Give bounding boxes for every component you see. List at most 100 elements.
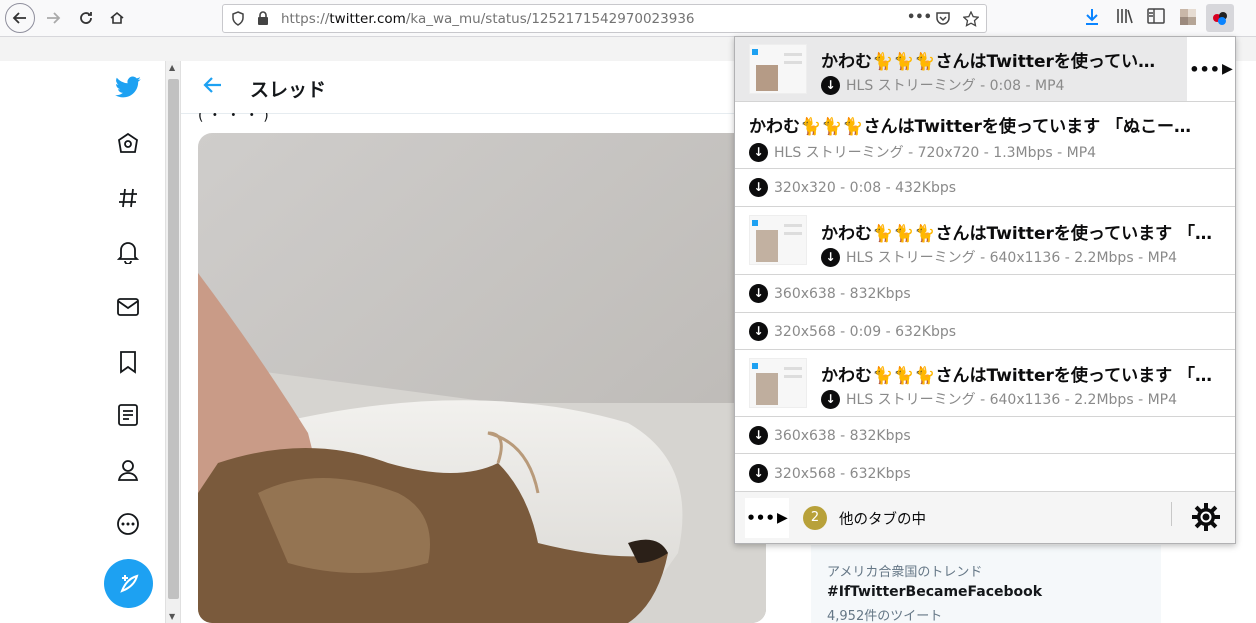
home-button[interactable] bbox=[102, 4, 132, 32]
download-icon[interactable]: ↓ bbox=[749, 464, 768, 483]
download-icon[interactable]: ↓ bbox=[821, 247, 840, 267]
scrollbar-thumb[interactable] bbox=[168, 79, 179, 599]
media-thumbnail bbox=[749, 358, 807, 408]
reload-button[interactable] bbox=[71, 4, 101, 32]
media-item[interactable]: ↓ 320x568 - 0:09 - 632Kbps bbox=[735, 313, 1235, 350]
media-variant-text: 360x638 - 832Kbps bbox=[774, 427, 911, 444]
forward-arrow-icon bbox=[47, 12, 61, 24]
media-item[interactable]: ↓ 360x638 - 832Kbps bbox=[735, 417, 1235, 454]
media-title: かわむ🐈🐈🐈さんはTwitterを使っています 「… bbox=[821, 224, 1212, 244]
url-bar[interactable]: https://twitter.com/ka_wa_mu/status/1252… bbox=[222, 4, 987, 33]
media-title: かわむ🐈🐈🐈さんはTwitterを使ってい… bbox=[821, 52, 1156, 72]
media-variant-text: HLS ストリーミング - 720x720 - 1.3Mbps - MP4 bbox=[774, 145, 1097, 161]
download-icon[interactable]: ↓ bbox=[749, 142, 768, 162]
home-icon[interactable] bbox=[113, 129, 143, 159]
download-icon[interactable]: ↓ bbox=[749, 322, 768, 341]
home-house-icon bbox=[110, 11, 124, 24]
extension-pixel-icon[interactable] bbox=[1180, 9, 1196, 29]
download-icon[interactable]: ↓ bbox=[821, 389, 840, 409]
media-variant: ↓ HLS ストリーミング - 0:08 - MP4 bbox=[821, 75, 1064, 95]
url-scheme: https:// bbox=[281, 11, 330, 27]
forward-button[interactable] bbox=[38, 4, 68, 32]
media-title: かわむ🐈🐈🐈さんはTwitterを使っています 「… bbox=[821, 366, 1212, 386]
browser-toolbar: https://twitter.com/ka_wa_mu/status/1252… bbox=[0, 0, 1256, 37]
media-variant-text: 360x638 - 832Kbps bbox=[774, 285, 911, 302]
profile-icon[interactable] bbox=[113, 455, 143, 485]
url-host: twitter.com bbox=[329, 11, 406, 27]
scroll-down-arrow-icon[interactable]: ▼ bbox=[169, 612, 175, 621]
explore-hashtag-icon[interactable] bbox=[113, 183, 143, 213]
thread-column: スレッド ( ・ ・ ・ ) bbox=[181, 61, 781, 623]
media-title: かわむ🐈🐈🐈さんはTwitterを使っています 「ぬこー… bbox=[749, 117, 1191, 137]
media-variant-text: HLS ストリーミング - 640x1136 - 2.2Mbps - MP4 bbox=[846, 250, 1177, 266]
notifications-bell-icon[interactable] bbox=[113, 237, 143, 267]
caret-right-icon: ▶ bbox=[1221, 61, 1233, 77]
footer-more-button[interactable]: ••• ▶ bbox=[745, 498, 789, 538]
media-variant: ↓ 320x568 - 632Kbps bbox=[749, 464, 911, 483]
video-downloadhelper-popup: かわむ🐈🐈🐈さんはTwitterを使ってい… ↓ HLS ストリーミング - 0:… bbox=[734, 36, 1236, 544]
back-button[interactable] bbox=[5, 3, 35, 33]
settings-button[interactable] bbox=[1189, 500, 1223, 534]
other-tabs-count-badge: 2 bbox=[803, 506, 827, 530]
page-scrollbar[interactable]: ▲ ▼ bbox=[165, 61, 181, 623]
media-item[interactable]: ↓ 320x568 - 632Kbps bbox=[735, 454, 1235, 492]
download-icon[interactable]: ↓ bbox=[749, 178, 768, 197]
media-item[interactable]: かわむ🐈🐈🐈さんはTwitterを使っています 「… ↓ HLS ストリーミング … bbox=[735, 207, 1235, 275]
compose-tweet-button[interactable] bbox=[104, 559, 153, 608]
video-downloadhelper-icon[interactable] bbox=[1206, 4, 1234, 32]
download-icon[interactable]: ↓ bbox=[821, 75, 840, 95]
media-variant: ↓ 320x320 - 0:08 - 432Kbps bbox=[749, 178, 956, 197]
back-arrow-icon bbox=[12, 12, 26, 24]
bookmark-star-icon[interactable] bbox=[962, 10, 980, 31]
reload-icon bbox=[80, 12, 92, 24]
lists-icon[interactable] bbox=[113, 400, 143, 430]
scroll-up-arrow-icon[interactable]: ▲ bbox=[169, 63, 175, 72]
tweet-text-partial: ( ・ ・ ・ ) bbox=[198, 113, 269, 123]
media-variant: ↓ HLS ストリーミング - 720x720 - 1.3Mbps - MP4 bbox=[749, 142, 1096, 162]
popup-footer: ••• ▶ 2 他のタブの中 bbox=[735, 492, 1235, 543]
media-thumbnail bbox=[749, 44, 807, 94]
footer-divider bbox=[1171, 502, 1172, 526]
page-actions-button[interactable]: ••• bbox=[907, 10, 932, 25]
media-item[interactable]: かわむ🐈🐈🐈さんはTwitterを使っています 「… ↓ HLS ストリーミング … bbox=[735, 350, 1235, 417]
twitter-logo-icon[interactable] bbox=[113, 73, 143, 103]
video-frame-image bbox=[198, 133, 766, 623]
media-item[interactable]: かわむ🐈🐈🐈さんはTwitterを使っています 「ぬこー… ↓ HLS ストリーミ… bbox=[735, 102, 1235, 169]
compose-tweet-icon bbox=[119, 574, 138, 593]
more-circle-icon[interactable] bbox=[113, 509, 143, 539]
downloads-icon[interactable] bbox=[1084, 8, 1100, 30]
media-variant: ↓ HLS ストリーミング - 640x1136 - 2.2Mbps - MP4 bbox=[821, 389, 1177, 409]
media-variant: ↓ 320x568 - 0:09 - 632Kbps bbox=[749, 322, 956, 341]
gear-icon bbox=[1192, 503, 1220, 531]
media-item[interactable]: かわむ🐈🐈🐈さんはTwitterを使ってい… ↓ HLS ストリーミング - 0:… bbox=[735, 37, 1235, 102]
url-text[interactable]: https://twitter.com/ka_wa_mu/status/1252… bbox=[281, 11, 695, 27]
back-arrow-icon[interactable] bbox=[203, 75, 223, 100]
trend-tweet-count: 4,952件のツイート bbox=[827, 609, 943, 623]
download-icon[interactable]: ↓ bbox=[749, 426, 768, 445]
media-item[interactable]: ↓ 360x638 - 832Kbps bbox=[735, 275, 1235, 313]
item-more-button[interactable]: ••• ▶ bbox=[1187, 37, 1235, 101]
twitter-sidebar-nav bbox=[0, 61, 165, 623]
trend-card[interactable]: アメリカ合衆国のトレンド #IfTwitterBecameFacebook 4,… bbox=[811, 545, 1161, 623]
media-variant-text: HLS ストリーミング - 640x1136 - 2.2Mbps - MP4 bbox=[846, 392, 1177, 408]
thread-header: スレッド bbox=[181, 61, 781, 114]
bookmark-icon[interactable] bbox=[113, 347, 143, 377]
sidebar-toggle-icon[interactable] bbox=[1147, 8, 1165, 28]
media-item[interactable]: ↓ 320x320 - 0:08 - 432Kbps bbox=[735, 169, 1235, 207]
media-variant-text: 320x568 - 0:09 - 632Kbps bbox=[774, 323, 957, 340]
library-icon[interactable] bbox=[1116, 8, 1134, 28]
more-dots-icon: ••• bbox=[1189, 59, 1220, 79]
pocket-icon[interactable] bbox=[935, 11, 951, 30]
page-title: スレッド bbox=[250, 79, 327, 101]
shield-icon[interactable] bbox=[231, 11, 245, 30]
tweet-video[interactable] bbox=[198, 133, 766, 623]
lock-icon[interactable] bbox=[257, 11, 269, 30]
trend-hashtag[interactable]: #IfTwitterBecameFacebook bbox=[827, 584, 1042, 600]
media-variant-text: 320x320 - 0:08 - 432Kbps bbox=[774, 179, 957, 196]
download-icon[interactable]: ↓ bbox=[749, 284, 768, 303]
other-tabs-link[interactable]: 他のタブの中 bbox=[839, 508, 926, 529]
media-variant-text: HLS ストリーミング - 0:08 - MP4 bbox=[846, 78, 1065, 94]
messages-envelope-icon[interactable] bbox=[113, 292, 143, 322]
media-variant-text: 320x568 - 632Kbps bbox=[774, 465, 911, 482]
url-path: /ka_wa_mu/status/1252171542970023936 bbox=[405, 11, 695, 27]
